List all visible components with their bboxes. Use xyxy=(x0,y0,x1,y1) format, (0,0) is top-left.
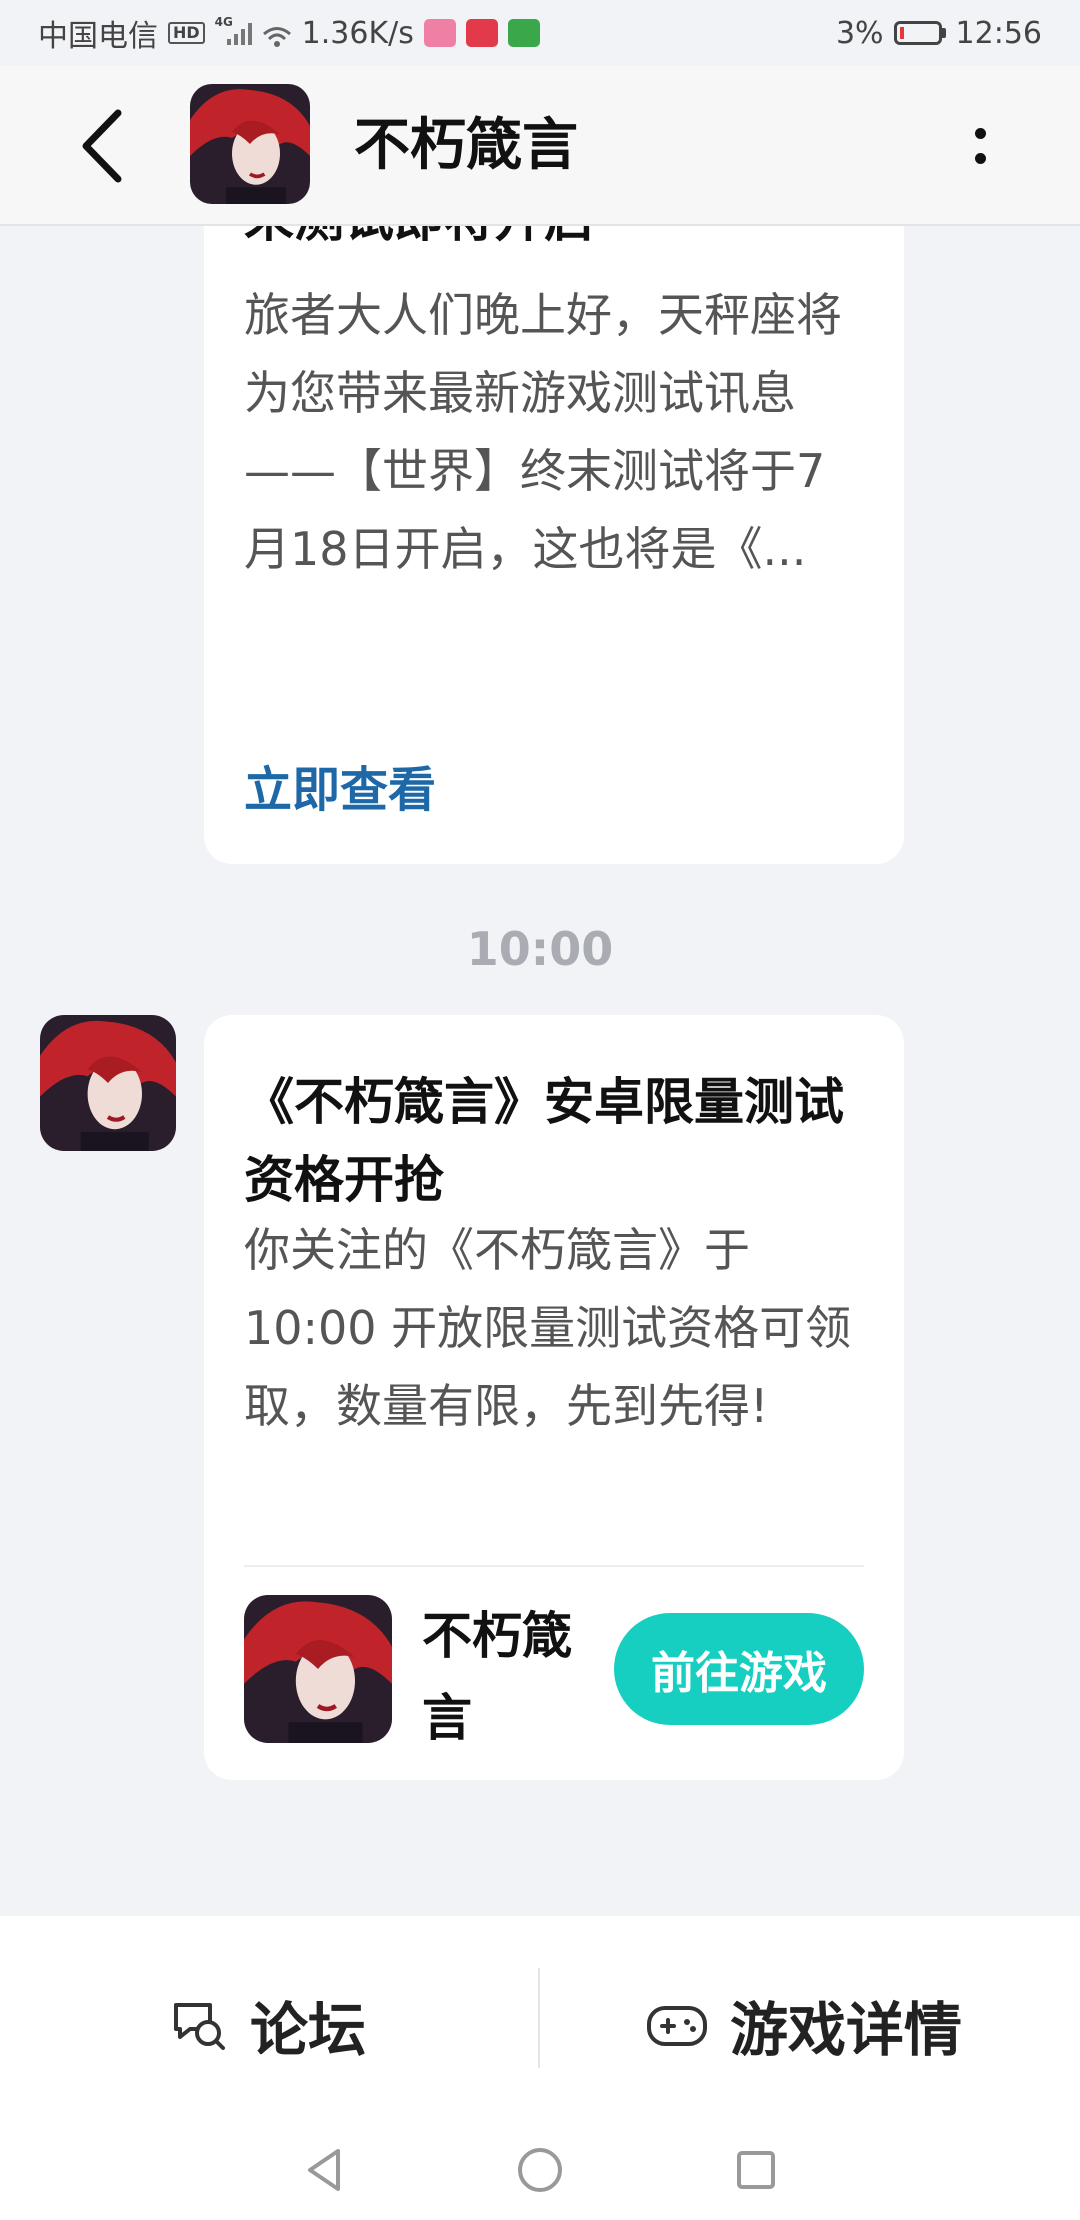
message-body: 旅者大人们晚上好，天秤座将为您带来最新游戏测试讯息——【世界】终末测试将于7月1… xyxy=(244,288,842,576)
sender-avatar[interactable] xyxy=(40,1015,176,1151)
back-arrow-icon xyxy=(82,109,122,183)
nav-recents-icon[interactable] xyxy=(734,2148,778,2192)
nav-back-icon[interactable] xyxy=(302,2145,346,2195)
status-left: 中国电信 HD 4G 1.36K/s xyxy=(38,11,540,55)
bilibili-notification-icon xyxy=(423,19,456,47)
nav-home-icon[interactable] xyxy=(516,2146,564,2194)
message-card[interactable]: 《不朽箴言》安卓限量测试资格开抢 你关注的《不朽箴言》于10:00 开放限量测试… xyxy=(204,1015,904,1780)
heart-app-notification-icon xyxy=(465,19,498,47)
message-time: 10:00 xyxy=(466,922,614,976)
more-options-button[interactable] xyxy=(955,106,1005,186)
clock: 12:56 xyxy=(955,15,1042,51)
signal-icon: 4G xyxy=(215,15,252,45)
chat-header: 不朽箴言 xyxy=(0,66,1080,226)
wifi-icon xyxy=(262,22,292,47)
hd-badge: HD xyxy=(168,22,205,44)
forum-label: 论坛 xyxy=(250,1996,367,2064)
hotspot-notification-icon xyxy=(507,19,540,47)
status-bar: 中国电信 HD 4G 1.36K/s 3% 12:56 xyxy=(0,0,1080,66)
header-avatar[interactable] xyxy=(190,84,310,204)
gamepad-icon xyxy=(647,2006,707,2046)
forum-icon xyxy=(174,2003,225,2050)
system-nav-bar xyxy=(0,2120,1080,2220)
tab-separator xyxy=(538,1968,540,2068)
more-dot-icon xyxy=(974,128,986,139)
game-details-label: 游戏详情 xyxy=(730,1996,963,2064)
battery-icon xyxy=(893,21,946,45)
battery-percent: 3% xyxy=(835,15,884,51)
game-name: 不朽箴言 xyxy=(422,1607,572,1747)
network-type-label: 4G xyxy=(214,15,233,29)
game-icon[interactable] xyxy=(244,1595,392,1743)
message-card[interactable]: 不朽箴言丨【世界】终 末测试即将开启 旅者大人们晚上好，天秤座将为您带来最新游戏… xyxy=(204,148,904,864)
card-divider xyxy=(244,1565,864,1567)
more-dot-icon xyxy=(974,153,986,164)
status-right: 3% 12:56 xyxy=(836,16,1042,51)
carrier-label: 中国电信 xyxy=(38,19,158,54)
network-speed-label: 1.36K/s xyxy=(301,15,414,51)
back-button[interactable] xyxy=(66,106,136,186)
forum-tab[interactable]: 论坛 xyxy=(168,1960,366,2090)
page-title: 不朽箴言 xyxy=(354,113,578,178)
message-body: 你关注的《不朽箴言》于10:00 开放限量测试资格可领取，数量有限，先到先得! xyxy=(244,1223,852,1433)
view-now-link[interactable]: 立即查看 xyxy=(244,750,436,830)
message-title: 《不朽箴言》安卓限量测试资格开抢 xyxy=(244,1073,844,1209)
game-details-tab[interactable]: 游戏详情 xyxy=(646,1960,962,2090)
game-row: 不朽箴言 前往游戏 xyxy=(244,1595,864,1747)
go-to-game-button[interactable]: 前往游戏 xyxy=(614,1613,864,1725)
